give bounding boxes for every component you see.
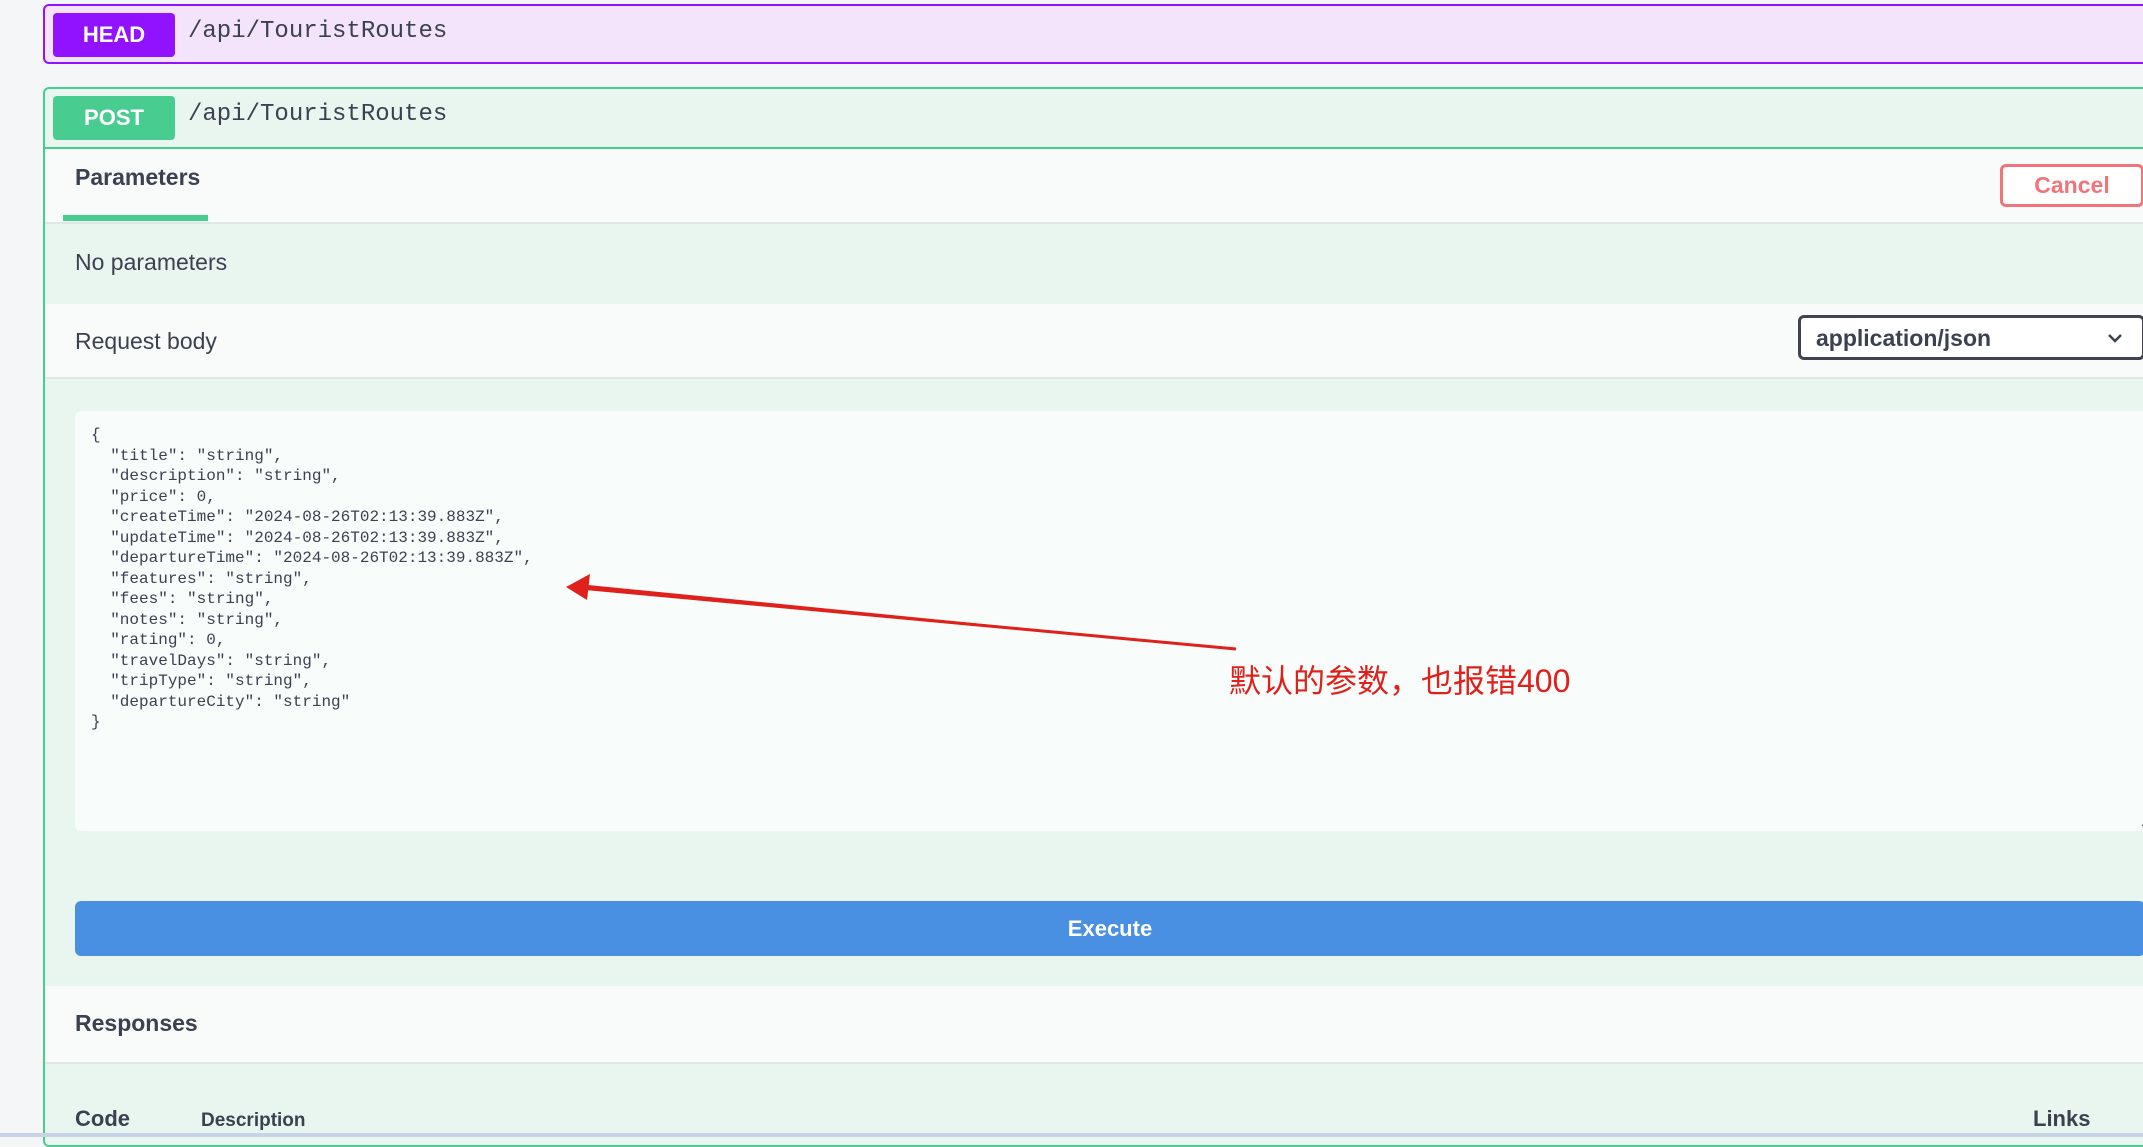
request-body-editor[interactable]: { "title": "string", "description": "str… — [75, 411, 2143, 831]
tab-parameters[interactable]: Parameters — [75, 164, 200, 191]
responses-heading: Responses — [75, 1010, 198, 1036]
no-parameters-text: No parameters — [75, 249, 228, 275]
content-type-select[interactable]: application/json — [1798, 315, 2143, 360]
annotation-text: 默认的参数，也报错400 — [1229, 663, 1571, 699]
request-body-bar: Request body application/json — [45, 304, 2143, 379]
tab-active-indicator — [63, 215, 208, 221]
request-body-label: Request body — [75, 328, 217, 354]
head-path: /api/TouristRoutes — [188, 18, 448, 45]
content-type-value: application/json — [1816, 325, 1992, 351]
post-method-badge: POST — [53, 96, 175, 140]
cancel-button[interactable]: Cancel — [2000, 164, 2143, 207]
post-header[interactable]: POST /api/TouristRoutes — [45, 89, 2143, 149]
execute-button[interactable]: Execute — [75, 901, 2143, 956]
post-path: /api/TouristRoutes — [188, 101, 448, 128]
bottom-divider — [0, 1133, 2143, 1137]
header-description: Description — [201, 1110, 306, 1131]
head-operation[interactable]: HEAD /api/TouristRoutes — [43, 4, 2143, 64]
post-operation: POST /api/TouristRoutes Parameters Cance… — [43, 87, 2143, 1147]
responses-bar: Responses — [45, 986, 2143, 1064]
header-code: Code — [75, 1106, 130, 1131]
tab-bar: Parameters Cancel — [45, 149, 2143, 224]
chevron-down-icon — [2106, 324, 2124, 358]
header-links: Links — [2033, 1106, 2091, 1131]
head-method-badge: HEAD — [53, 13, 175, 57]
